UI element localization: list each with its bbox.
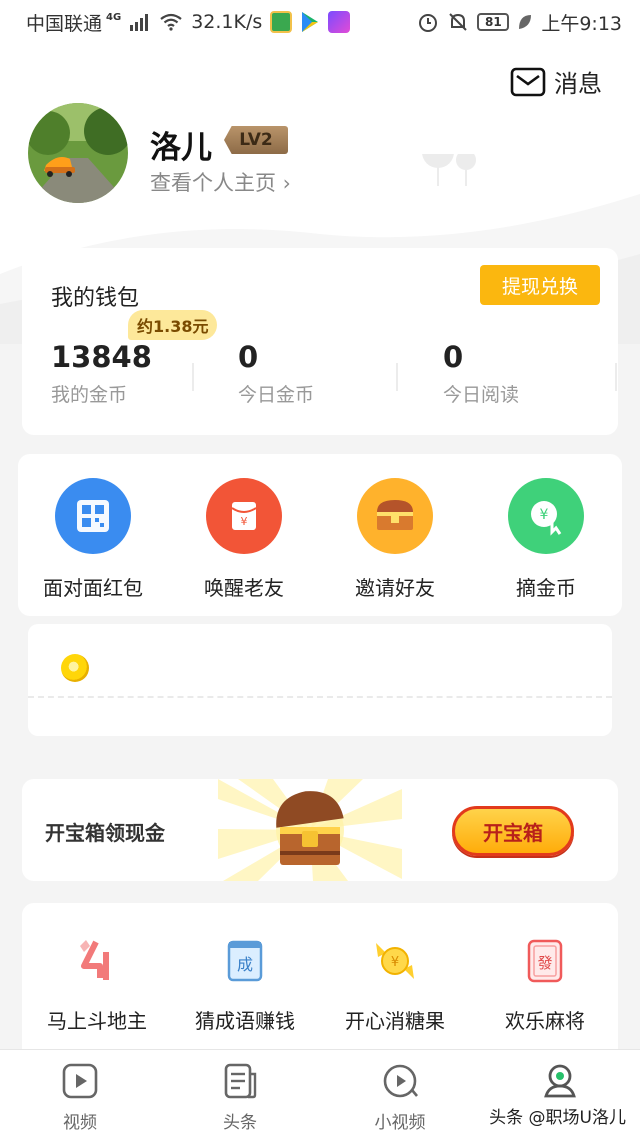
avatar[interactable] (28, 103, 128, 203)
my-coins-value: 13848 (51, 340, 152, 374)
candy-game-button[interactable]: ¥ 开心消糖果 (320, 935, 470, 1034)
game-label: 开心消糖果 (345, 1009, 445, 1033)
wifi-icon (160, 13, 182, 31)
treasure-chest-icon (218, 779, 402, 881)
wallet-title: 我的钱包 (51, 286, 140, 311)
carrier-label: 中国联通 (26, 12, 103, 35)
tab-video[interactable]: 视频 (20, 1062, 140, 1133)
qr-code-icon (55, 478, 131, 554)
mute-bell-icon (449, 13, 468, 31)
face-to-face-red-packet-button[interactable]: 面对面红包 (18, 478, 168, 601)
tab-label: 头条 (223, 1113, 257, 1133)
dashed-divider (28, 696, 612, 698)
today-coins-value: 0 (238, 340, 259, 374)
watermark-text: 头条 @职场U洛儿 (489, 1108, 626, 1128)
red-envelope-icon: ¥ (206, 478, 282, 554)
candy-icon: ¥ (320, 935, 470, 987)
news-app-notification-icon (270, 11, 293, 33)
gold-coin-icon (61, 654, 89, 682)
pick-coins-button[interactable]: ¥ 摘金币 (471, 478, 621, 601)
signal-icon (130, 14, 149, 31)
game-label: 猜成语赚钱 (195, 1009, 295, 1033)
coin-tap-icon: ¥ (508, 478, 584, 554)
mahjong-game-button[interactable]: 發 欢乐麻将 (470, 935, 620, 1034)
svg-text:成: 成 (237, 955, 253, 974)
feature-label: 面对面红包 (43, 576, 143, 600)
wake-old-friend-button[interactable]: ¥ 唤醒老友 (169, 478, 319, 601)
treasure-box-card: 开宝箱领现金 开宝箱 (22, 779, 618, 881)
poker-card-icon (22, 935, 172, 987)
game-label: 马上斗地主 (47, 1009, 147, 1033)
leaf-icon (519, 15, 532, 29)
network-speed-label: 32.1K/s (191, 11, 263, 33)
invite-friends-button[interactable]: 邀请好友 (320, 478, 470, 601)
today-coins-stat[interactable]: 0 今日金币 (238, 340, 314, 407)
open-treasure-button[interactable]: 开宝箱 (452, 806, 574, 856)
view-profile-label: 查看个人主页 (150, 171, 276, 195)
envelope-icon (510, 67, 546, 96)
mahjong-tile-icon: 發 (470, 935, 620, 987)
treasure-box-label: 开宝箱领现金 (45, 821, 165, 845)
my-coins-stat[interactable]: 13848 我的金币 (51, 340, 152, 407)
today-reading-stat[interactable]: 0 今日阅读 (443, 340, 519, 407)
stat-divider (396, 363, 398, 391)
chevron-right-icon: › (282, 171, 291, 195)
tab-label: 小视频 (374, 1113, 426, 1133)
view-profile-link[interactable]: 查看个人主页 › (150, 167, 291, 197)
landlord-game-button[interactable]: 马上斗地主 (22, 935, 172, 1034)
today-reading-label: 今日阅读 (443, 384, 520, 406)
stat-divider (192, 363, 194, 391)
svg-text:¥: ¥ (241, 515, 248, 528)
feature-grid: 面对面红包 ¥ 唤醒老友 邀请好友 ¥ 摘金币 (18, 454, 622, 616)
idiom-book-icon: 成 (170, 935, 320, 987)
messages-button[interactable]: 消息 (510, 64, 602, 99)
coin-value-badge: 约1.38元 (128, 310, 218, 340)
today-coins-label: 今日金币 (238, 384, 315, 406)
idiom-game-button[interactable]: 成 猜成语赚钱 (170, 935, 320, 1034)
clock-label: 上午9:13 (541, 12, 622, 35)
tab-headlines[interactable]: 头条 (180, 1062, 300, 1133)
username: 洛儿 (150, 130, 212, 166)
short-video-icon (383, 1064, 418, 1098)
today-reading-value: 0 (443, 340, 464, 374)
treasure-chest-icon (357, 478, 433, 554)
feature-label: 邀请好友 (355, 576, 435, 600)
video-app-notification-icon (328, 11, 351, 33)
game-label: 欢乐麻将 (505, 1009, 585, 1033)
tab-label: 视频 (63, 1113, 97, 1133)
news-icon (224, 1063, 257, 1099)
network-type-label: 4G (106, 11, 122, 23)
messages-label: 消息 (554, 70, 602, 98)
status-bar: 中国联通 4G 32.1K/s 81 上午9:13 (0, 0, 640, 44)
withdraw-exchange-button[interactable]: 提现兑换 (480, 265, 600, 305)
tab-short-video[interactable]: 小视频 (340, 1062, 460, 1133)
coin-progress-card (28, 624, 612, 736)
feature-label: 摘金币 (516, 576, 576, 600)
svg-text:¥: ¥ (540, 507, 549, 523)
feature-label: 唤醒老友 (204, 576, 284, 600)
wallet-card: 我的钱包 提现兑换 约1.38元 13848 我的金币 0 今日金币 0 今日阅… (22, 248, 618, 435)
level-badge: LV2 (224, 126, 288, 154)
stat-divider (615, 363, 617, 391)
svg-text:發: 發 (537, 954, 552, 972)
play-store-icon (302, 12, 319, 32)
games-grid: 马上斗地主 成 猜成语赚钱 ¥ 开心消糖果 發 欢乐麻将 (22, 903, 618, 1063)
video-play-icon (62, 1063, 98, 1099)
alarm-icon (419, 14, 438, 32)
svg-text:¥: ¥ (391, 955, 399, 970)
profile-icon (544, 1064, 576, 1098)
battery-indicator: 81 (477, 13, 510, 31)
my-coins-label: 我的金币 (51, 384, 128, 406)
